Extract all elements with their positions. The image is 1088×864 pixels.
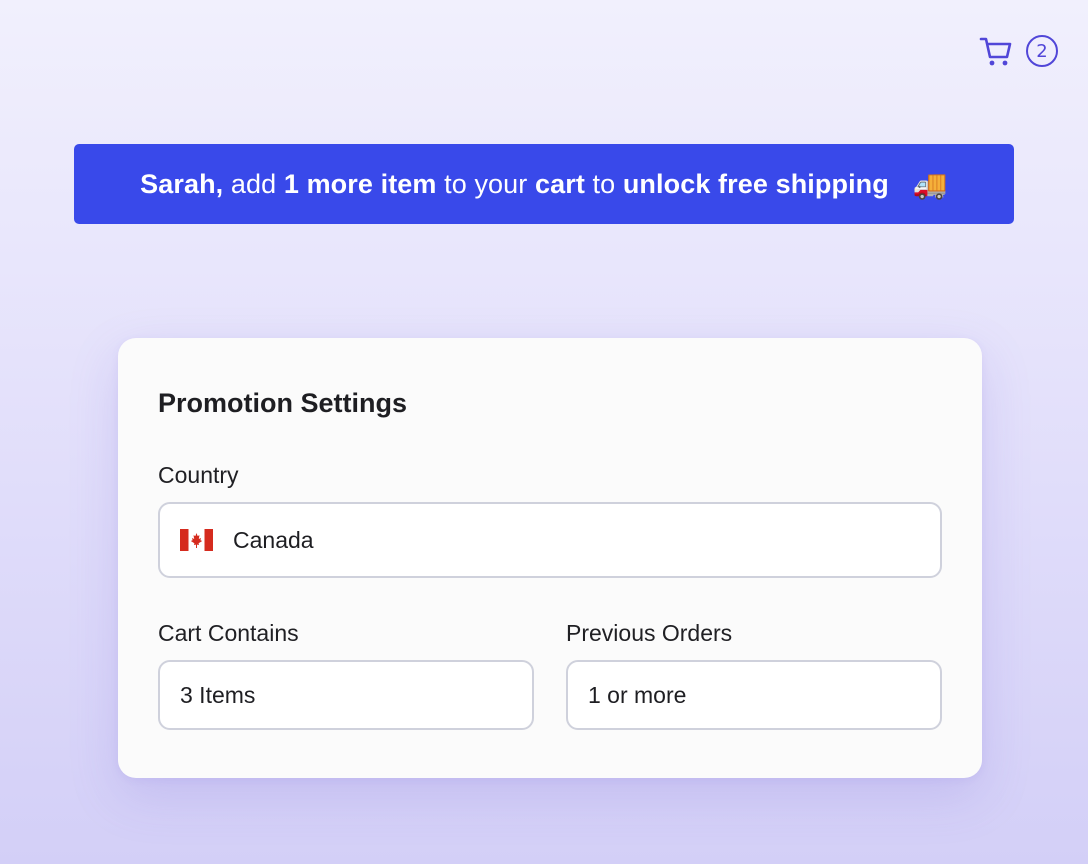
cart-contains-label: Cart Contains — [158, 620, 299, 646]
shopping-cart-icon[interactable] — [978, 33, 1014, 69]
previous-orders-label: Previous Orders — [566, 620, 733, 646]
country-select[interactable]: Canada — [158, 502, 942, 578]
promotion-settings-card: Promotion Settings Country Canada Cart C… — [118, 338, 982, 778]
country-label: Country — [158, 462, 239, 488]
canada-flag-icon — [180, 529, 213, 551]
banner-text: add — [223, 168, 284, 199]
free-shipping-banner: Sarah, add 1 more item to your cart to u… — [74, 144, 1014, 224]
banner-text: to — [584, 168, 623, 199]
cart-contains-field[interactable]: 3 Items — [158, 660, 534, 730]
cart-count-badge: 2 — [1026, 35, 1058, 67]
banner-cart-word: cart — [534, 168, 585, 199]
cart-contains-value: 3 Items — [180, 681, 256, 708]
cart-widget[interactable]: 2 — [978, 33, 1058, 69]
banner-customer-name: Sarah, — [140, 168, 224, 199]
card-title: Promotion Settings — [158, 388, 407, 418]
banner-offer: unlock free shipping — [622, 168, 889, 199]
delivery-truck-icon: 🚚 — [912, 168, 948, 200]
banner-items-needed: 1 more item — [283, 168, 437, 199]
banner-text: to your — [436, 168, 535, 199]
previous-orders-value: 1 or more — [588, 681, 687, 708]
country-value: Canada — [233, 526, 314, 553]
previous-orders-field[interactable]: 1 or more — [566, 660, 942, 730]
